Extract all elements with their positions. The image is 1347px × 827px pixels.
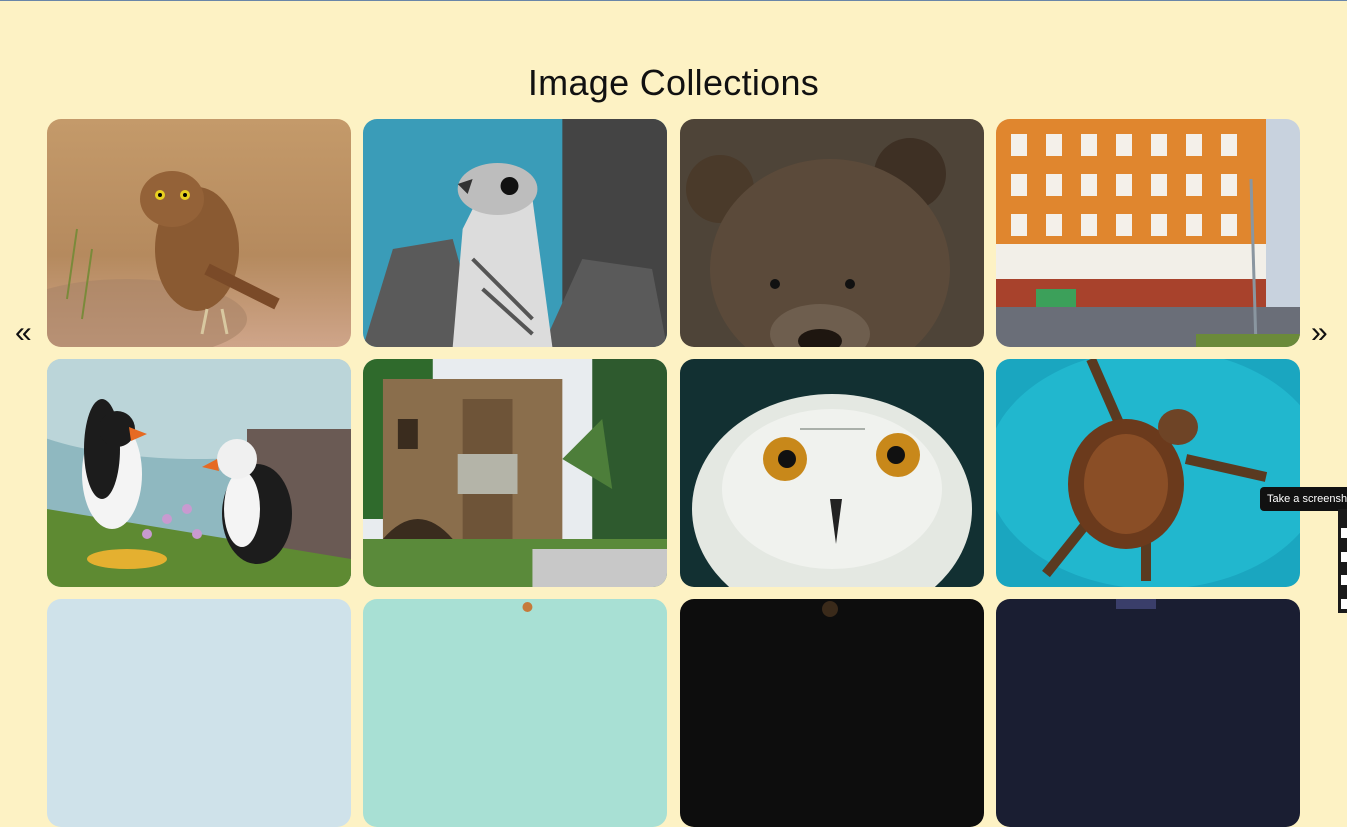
gallery-image-bear[interactable] (680, 119, 984, 347)
gallery-image-falcon[interactable] (363, 119, 667, 347)
gallery-image-puffins[interactable] (47, 359, 351, 587)
widget-icon-4 (1341, 599, 1347, 609)
gallery-image-building[interactable] (996, 119, 1300, 347)
gallery-image-row3-3[interactable] (680, 599, 984, 827)
top-border (0, 0, 1347, 1)
page-title: Image Collections (527, 62, 820, 104)
widget-icon-2 (1341, 552, 1347, 562)
gallery-image-row3-4[interactable] (996, 599, 1300, 827)
gallery-image-snowy-owl[interactable] (680, 359, 984, 587)
gallery-image-owl[interactable] (47, 119, 351, 347)
gallery-image-row3-2[interactable] (363, 599, 667, 827)
widget-icon-3 (1341, 575, 1347, 585)
screenshot-widget[interactable] (1338, 509, 1347, 613)
gallery-image-row3-1[interactable] (47, 599, 351, 827)
gallery-image-turtle[interactable] (996, 359, 1300, 587)
carousel-prev-button[interactable]: « (15, 313, 32, 353)
screenshot-tooltip: Take a screenshot (1260, 487, 1347, 511)
carousel-next-button[interactable]: » (1311, 313, 1328, 353)
gallery-image-ruin[interactable] (363, 359, 667, 587)
widget-icon-1 (1341, 528, 1347, 538)
